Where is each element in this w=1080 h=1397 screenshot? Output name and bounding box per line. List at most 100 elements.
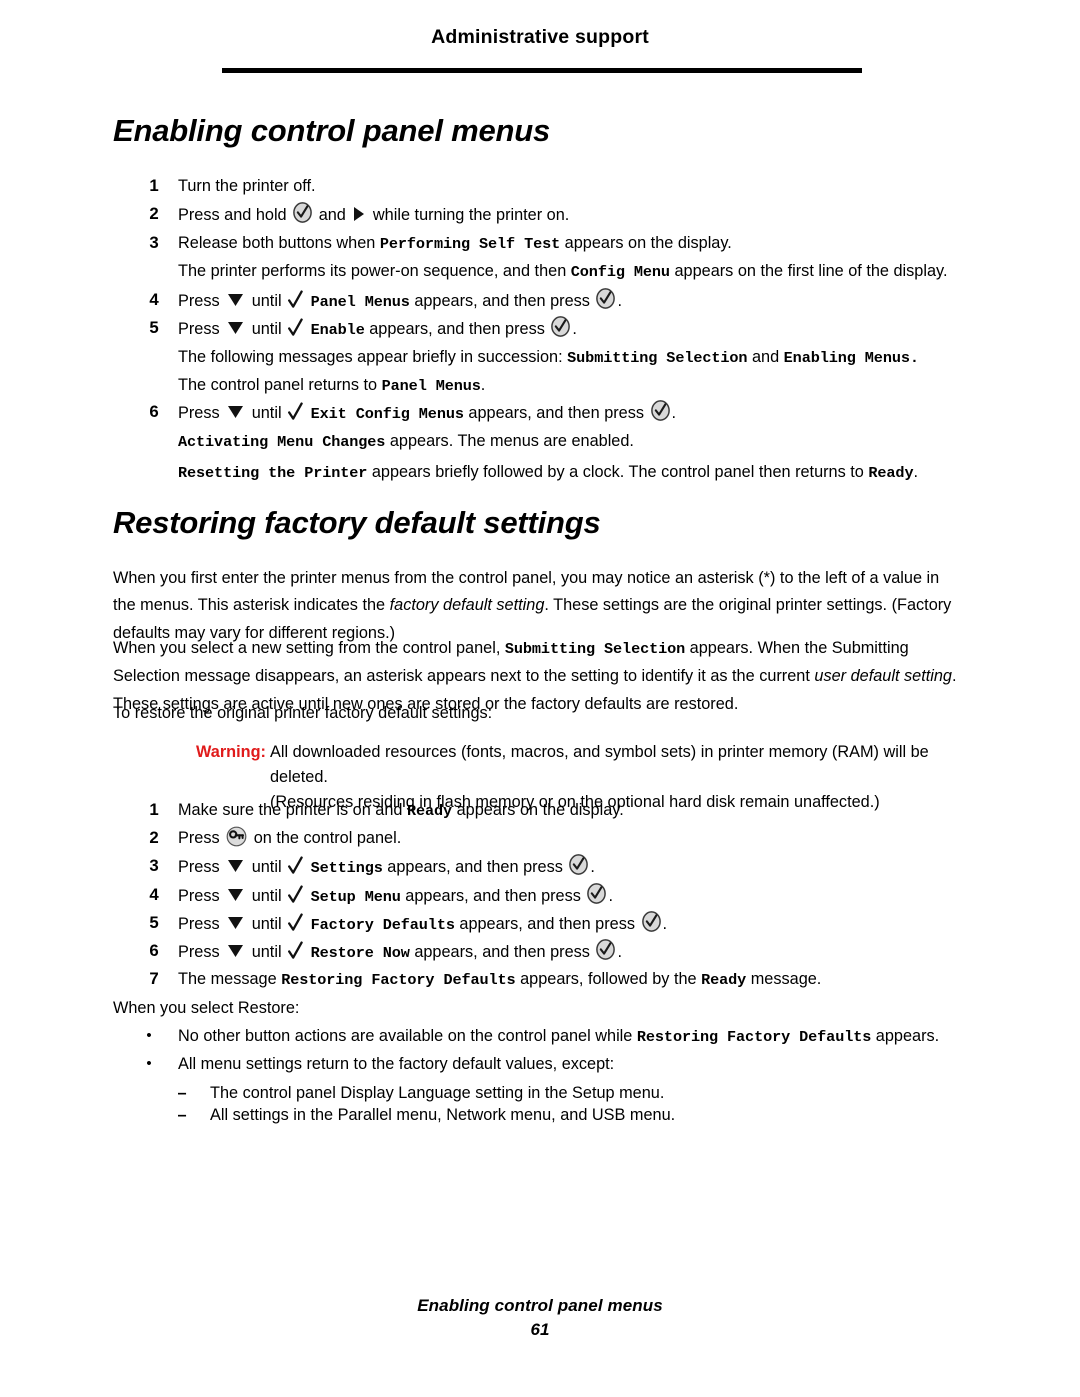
select-check-button-icon bbox=[551, 316, 571, 337]
step-text-post: message. bbox=[750, 970, 822, 988]
step-text-post: appears, and then press bbox=[468, 404, 645, 422]
select-check-button-icon bbox=[569, 854, 589, 875]
display-message: Config Menu bbox=[570, 263, 670, 281]
subbullet-text: All settings in the Parallel menu, Netwo… bbox=[210, 1106, 676, 1124]
step-text: Press bbox=[178, 887, 220, 905]
display-message: Submitting Selection bbox=[567, 349, 748, 367]
list-item: 3 Release both buttons when Performing S… bbox=[113, 231, 973, 256]
bullet-glyph: • bbox=[146, 1027, 152, 1044]
dash-glyph: – bbox=[177, 1084, 187, 1102]
display-message: Ready bbox=[406, 802, 453, 820]
list-item: 2 Press on the control panel. bbox=[113, 826, 973, 850]
select-check-button-icon bbox=[293, 202, 313, 223]
list-item: – All settings in the Parallel menu, Net… bbox=[113, 1103, 973, 1127]
display-message: Exit Config Menus bbox=[310, 405, 464, 423]
list-item: 6 Press until Restore Now appears, and t… bbox=[113, 939, 973, 965]
step-text: Press bbox=[178, 858, 220, 876]
step-text-tail: . bbox=[617, 292, 622, 310]
note-text: The control panel returns to bbox=[178, 376, 378, 394]
step-number: 4 bbox=[149, 885, 159, 904]
paragraph-to-restore-intro: To restore the original printer factory … bbox=[113, 704, 493, 722]
checkmark-marker-icon bbox=[288, 318, 303, 337]
step-number: 6 bbox=[149, 941, 159, 960]
list-item: • All menu settings return to the factor… bbox=[113, 1052, 973, 1076]
checkmark-marker-icon bbox=[288, 941, 303, 960]
step-text-mid: until bbox=[251, 915, 282, 933]
display-message: Resetting the Printer bbox=[178, 464, 368, 482]
list-item: 5 Press until Enable appears, and then p… bbox=[113, 316, 973, 342]
note-text: The printer performs its power-on sequen… bbox=[178, 262, 567, 280]
select-check-button-icon bbox=[596, 288, 616, 309]
header-rule bbox=[222, 68, 862, 73]
display-message: Submitting Selection bbox=[504, 640, 686, 658]
step-text-tail: . bbox=[662, 915, 668, 933]
list-item: 1 Make sure the printer is on and Ready … bbox=[113, 798, 973, 823]
step-number: 3 bbox=[149, 233, 159, 252]
page-footer: Enabling control panel menus 61 bbox=[0, 1296, 1080, 1340]
display-message: Restore Now bbox=[310, 944, 410, 962]
section-heading-enabling-control-panel-menus: Enabling control panel menus bbox=[113, 113, 551, 148]
step-text: Turn the printer off. bbox=[178, 177, 316, 195]
step-text: Press bbox=[178, 404, 220, 422]
display-message: Ready bbox=[868, 464, 914, 482]
step-text: Press bbox=[178, 320, 220, 338]
step-text-tail: . bbox=[617, 943, 622, 961]
step-text-mid: until bbox=[251, 858, 282, 876]
list-item: 4 Press until Panel Menus appears, and t… bbox=[113, 288, 973, 314]
step-text: Press bbox=[178, 829, 220, 847]
list-item: 6 Press until Exit Config Menus appears,… bbox=[113, 400, 973, 426]
step-text-mid: until bbox=[251, 320, 282, 338]
step-text: Press bbox=[178, 292, 220, 310]
display-message: Restoring Factory Defaults bbox=[636, 1028, 872, 1046]
down-arrow-button-icon bbox=[227, 858, 244, 873]
step-text-post: appears, and then press bbox=[414, 943, 590, 961]
note-text: The following messages appear briefly in… bbox=[178, 348, 563, 366]
list-item: 1 Turn the printer off. bbox=[113, 174, 973, 198]
step-text: Release both buttons when bbox=[178, 234, 376, 252]
bullet-text: No other button actions are available on… bbox=[178, 1027, 633, 1045]
step-number: 1 bbox=[149, 800, 159, 819]
step-text-post: appears, and then press bbox=[459, 915, 635, 933]
section-heading-restoring-factory-default-settings: Restoring factory default settings bbox=[113, 505, 601, 540]
display-message: Performing Self Test bbox=[379, 235, 561, 253]
step-number: 1 bbox=[149, 176, 159, 195]
step-text-post: appears on the display. bbox=[456, 801, 624, 819]
select-check-button-icon bbox=[650, 400, 670, 421]
page-header: Administrative support bbox=[0, 26, 1080, 49]
select-check-button-icon bbox=[641, 911, 661, 932]
emphasis-factory-default-setting: factory default setting bbox=[389, 596, 545, 615]
checkmark-marker-icon bbox=[288, 402, 303, 421]
note-text-post: . bbox=[480, 376, 486, 394]
note-text-post: . bbox=[913, 463, 918, 481]
checkmark-marker-icon bbox=[288, 856, 303, 875]
list-item: – The control panel Display Language set… bbox=[113, 1081, 973, 1105]
step-text-post: appears, and then press bbox=[387, 858, 563, 876]
step-text-tail: . bbox=[590, 858, 595, 876]
display-message: Restoring Factory Defaults bbox=[281, 971, 516, 989]
step-text-post: while turning the printer on. bbox=[372, 206, 570, 224]
step-text-mid: and bbox=[318, 206, 346, 224]
note-text-mid: and bbox=[751, 348, 780, 366]
note-power-on-sequence: The printer performs its power-on sequen… bbox=[178, 259, 968, 284]
step-number: 7 bbox=[149, 969, 159, 988]
step-text-mid: until bbox=[251, 887, 282, 905]
para-text-a: When you select a new setting from the c… bbox=[113, 639, 505, 657]
checkmark-marker-icon bbox=[288, 290, 303, 309]
note-messages-succession: The following messages appear briefly in… bbox=[178, 345, 968, 370]
warning-label: Warning: bbox=[196, 743, 266, 761]
step-text: Make sure the printer is on and bbox=[178, 801, 403, 819]
page-header-title: Administrative support bbox=[431, 26, 649, 48]
dash-glyph: – bbox=[177, 1106, 187, 1124]
note-text-mid: appears briefly followed by a clock. The… bbox=[371, 463, 864, 481]
down-arrow-button-icon bbox=[227, 887, 244, 902]
step-number: 2 bbox=[149, 204, 159, 223]
select-check-button-icon bbox=[596, 939, 616, 960]
step-text-tail: . bbox=[572, 320, 577, 338]
page-number: 61 bbox=[530, 1320, 550, 1339]
note-text-post: appears. The menus are enabled. bbox=[389, 432, 634, 450]
select-check-button-icon bbox=[587, 883, 607, 904]
step-text-post: appears on the display. bbox=[564, 234, 732, 252]
step-text-post: on the control panel. bbox=[253, 829, 402, 847]
note-text-post: appears on the first line of the display… bbox=[674, 262, 948, 280]
display-message: Setup Menu bbox=[310, 888, 401, 906]
